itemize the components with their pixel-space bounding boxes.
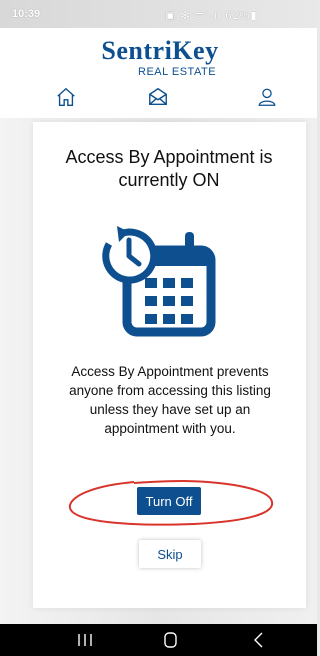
user-icon[interactable] xyxy=(256,86,278,108)
mail-icon[interactable] xyxy=(147,86,169,108)
skip-button[interactable]: Skip xyxy=(139,540,201,568)
system-nav-bar xyxy=(0,624,317,656)
access-appointment-card: Access By Appointment is currently ON Ac… xyxy=(33,122,306,608)
card-description: Access By Appointment prevents anyone fr… xyxy=(69,364,271,436)
back-icon[interactable] xyxy=(228,624,288,656)
sentrikey-logo: SentriKey xyxy=(101,36,219,65)
status-icons: ▣ ✻ ᯤ .ıl 62%▮ xyxy=(165,10,258,22)
home-button-icon[interactable] xyxy=(141,624,201,656)
calendar-clock-icon xyxy=(102,226,216,337)
card-title: Access By Appointment is currently ON xyxy=(65,147,273,190)
app-header: SentriKey REAL ESTATE xyxy=(0,28,317,118)
status-time: 10:39 xyxy=(12,8,41,20)
status-bar: 10:39 ▣ ✻ ᯤ .ıl 62%▮ xyxy=(0,0,317,28)
logo-subtitle: REAL ESTATE xyxy=(138,66,217,78)
red-annotation-circle xyxy=(68,479,274,526)
recent-apps-icon[interactable] xyxy=(55,624,115,656)
home-icon[interactable] xyxy=(55,86,77,108)
